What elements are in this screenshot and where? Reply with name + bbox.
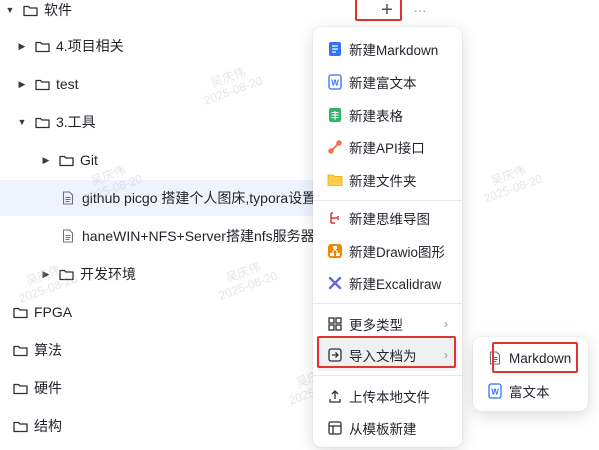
document-icon (60, 228, 76, 244)
chevron-right-icon: › (444, 317, 448, 331)
menu-divider (313, 375, 462, 376)
upload-icon (327, 388, 343, 404)
more-icon: ··· (413, 2, 427, 18)
tree-item-label: 3.工具 (56, 114, 96, 130)
tree-item-label: test (56, 76, 79, 92)
menu-item-label: 更多类型 (349, 318, 403, 333)
menu-item-label: 新建思维导图 (349, 212, 430, 227)
submenu-item-richtext[interactable]: W 富文本 (477, 375, 584, 407)
folder-icon (22, 2, 38, 18)
caret-right-icon[interactable]: ▶ (40, 154, 52, 166)
menu-item-new-richtext[interactable]: W 新建富文本 (317, 66, 458, 98)
sheet-icon (327, 107, 343, 123)
menu-item-new-drawio[interactable]: 新建Drawio图形 (317, 235, 458, 267)
word-doc-icon: W (327, 74, 343, 90)
menu-divider (313, 303, 462, 304)
mindmap-icon (327, 210, 343, 226)
menu-item-label: 新建Drawio图形 (349, 245, 446, 260)
menu-item-label: 新建Excalidraw (349, 277, 442, 292)
menu-item-label: 新建富文本 (349, 76, 417, 91)
folder-icon (34, 114, 50, 130)
folder-icon (12, 380, 28, 396)
api-icon (327, 139, 343, 155)
menu-item-label: 上传本地文件 (349, 390, 430, 405)
caret-down-icon[interactable]: ▼ (4, 4, 16, 16)
excalidraw-icon (327, 275, 343, 291)
folder-icon (58, 152, 74, 168)
svg-text:W: W (491, 388, 499, 397)
menu-item-from-template[interactable]: 从模板新建 (317, 412, 458, 444)
menu-item-new-mindmap[interactable]: 新建思维导图 (317, 202, 458, 234)
tree-item-label: github picgo 搭建个人图床,typora设置 (82, 190, 317, 206)
drawio-icon (327, 243, 343, 259)
menu-item-new-excalidraw[interactable]: 新建Excalidraw (317, 267, 458, 299)
caret-down-icon[interactable]: ▼ (16, 116, 28, 128)
more-button[interactable]: ··· (410, 0, 430, 20)
caret-right-icon[interactable]: ▶ (40, 268, 52, 280)
menu-item-label: 新建文件夹 (349, 174, 417, 189)
menu-divider (313, 200, 462, 201)
folder-icon (12, 342, 28, 358)
menu-item-new-api[interactable]: 新建API接口 (317, 131, 458, 163)
folder-icon (34, 38, 50, 54)
menu-item-label: 新建Markdown (349, 43, 439, 58)
markdown-doc-icon (327, 41, 343, 57)
word-doc-icon: W (487, 383, 503, 399)
caret-right-icon[interactable]: ▶ (16, 40, 28, 52)
menu-item-label: 新建API接口 (349, 141, 425, 156)
tree-item-label: 4.项目相关 (56, 38, 124, 54)
highlight-box (492, 342, 578, 373)
tree-item-label: 算法 (34, 342, 62, 358)
menu-item-label: 从模板新建 (349, 422, 417, 437)
folder-icon (34, 76, 50, 92)
menu-item-new-sheet[interactable]: 新建表格 (317, 99, 458, 131)
document-icon (60, 190, 76, 206)
menu-item-upload-local[interactable]: 上传本地文件 (317, 380, 458, 412)
menu-item-new-markdown[interactable]: 新建Markdown (317, 33, 458, 65)
highlight-box (355, 0, 402, 21)
tree-item-label: FPGA (34, 304, 73, 320)
menu-item-label: 新建表格 (349, 109, 403, 124)
submenu-item-label: 富文本 (509, 385, 550, 400)
grid-icon (327, 316, 343, 332)
folder-icon (12, 304, 28, 320)
highlight-box (317, 336, 456, 368)
caret-right-icon[interactable]: ▶ (16, 78, 28, 90)
menu-item-new-folder[interactable]: 新建文件夹 (317, 164, 458, 196)
tree-item-label: 结构 (34, 418, 62, 434)
tree-item-label: 软件 (44, 2, 72, 18)
tree-item-label: haneWIN+NFS+Server搭建nfs服务器, (82, 228, 319, 244)
tree-item-label: 开发环境 (80, 266, 136, 282)
tree-item-label: 硬件 (34, 380, 62, 396)
template-icon (327, 420, 343, 436)
folder-icon (327, 172, 343, 188)
new-item-menu: 新建Markdown W 新建富文本 新建表格 新建API接口 新建文件夹 新建… (313, 27, 462, 447)
folder-icon (12, 418, 28, 434)
watermark: 吴庆伟2025-08-20 (481, 162, 545, 206)
folder-icon (58, 266, 74, 282)
svg-text:W: W (331, 79, 339, 88)
tree-item-label: Git (80, 152, 98, 168)
